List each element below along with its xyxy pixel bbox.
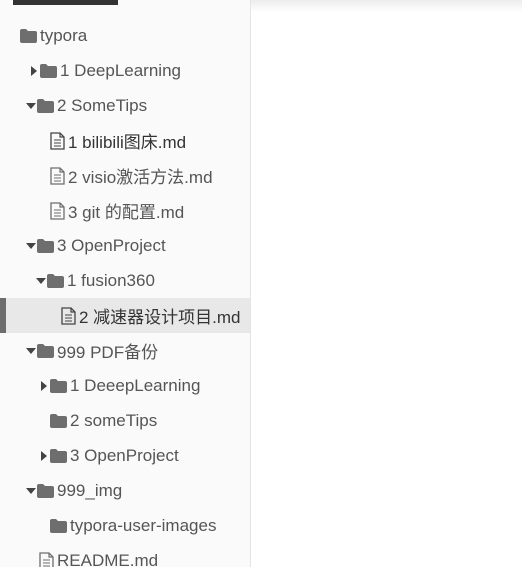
tree-item-label: 1 bilibili图床.md xyxy=(68,133,187,152)
file-icon xyxy=(50,131,65,150)
folder-icon xyxy=(47,273,64,288)
tree-item-999-img[interactable]: 999_img xyxy=(0,473,250,508)
tree-item-label: 2 减速器设计项目.md xyxy=(79,308,241,327)
tree-item-file-active[interactable]: 2 减速器设计项目.md xyxy=(0,298,250,333)
tree-item-readme[interactable]: README.md xyxy=(0,543,250,567)
folder-icon xyxy=(37,238,54,253)
tree-item-label: 2 SomeTips xyxy=(57,95,148,115)
tree-item-label: typora-user-images xyxy=(70,515,217,535)
chevron-down-icon[interactable] xyxy=(25,487,37,494)
file-tree-sidebar: typora 1 DeepLearning 2 SomeTips 1 bilib… xyxy=(0,0,251,567)
file-icon xyxy=(50,166,65,185)
chevron-right-icon[interactable] xyxy=(38,380,50,391)
tree-item-typora-user-images[interactable]: typora-user-images xyxy=(0,508,250,543)
tree-item-label: 1 DeeepLearning xyxy=(70,375,201,395)
chevron-down-icon[interactable] xyxy=(25,102,37,109)
folder-icon xyxy=(37,483,54,498)
tree-item-label: 999 PDF备份 xyxy=(57,343,159,362)
tree-item-label: 999_img xyxy=(57,480,123,500)
chevron-down-icon[interactable] xyxy=(25,347,37,354)
tree-item-label: 3 git 的配置.md xyxy=(68,203,185,222)
tree-item-pdf-backup[interactable]: 999 PDF备份 xyxy=(0,333,250,368)
file-icon xyxy=(39,551,54,567)
chevron-down-icon[interactable] xyxy=(35,277,47,284)
file-icon xyxy=(50,201,65,220)
sidebar-tab-indicator[interactable] xyxy=(13,0,118,5)
tree-item-deeplearning[interactable]: 1 DeepLearning xyxy=(0,53,250,88)
tree-item-label: typora xyxy=(40,25,88,45)
tree-item-deeeplearning[interactable]: 1 DeeepLearning xyxy=(0,368,250,403)
folder-icon xyxy=(50,413,67,428)
folder-icon xyxy=(37,98,54,113)
chevron-down-icon[interactable] xyxy=(25,242,37,249)
tree-item-label: 2 visio激活方法.md xyxy=(68,168,213,187)
tree-item-openproject-pdf[interactable]: 3 OpenProject xyxy=(0,438,250,473)
tree-item-label: 3 OpenProject xyxy=(57,235,166,255)
folder-icon xyxy=(50,448,67,463)
tree-item-label: README.md xyxy=(57,550,159,567)
tree-item-typora[interactable]: typora xyxy=(0,18,250,53)
tree-item-sometips-pdf[interactable]: 2 someTips xyxy=(0,403,250,438)
tree-item-fusion360[interactable]: 1 fusion360 xyxy=(0,263,250,298)
tree-item-sometips[interactable]: 2 SomeTips xyxy=(0,88,250,123)
tree-item-file[interactable]: 2 visio激活方法.md xyxy=(0,158,250,193)
file-icon xyxy=(61,306,76,325)
tree-item-file[interactable]: 3 git 的配置.md xyxy=(0,193,250,228)
editor-area[interactable] xyxy=(251,0,522,567)
folder-icon xyxy=(37,343,54,358)
folder-icon xyxy=(40,63,57,78)
tree-item-openproject[interactable]: 3 OpenProject xyxy=(0,228,250,263)
tree-item-label: 2 someTips xyxy=(70,410,158,430)
editor-top-shadow xyxy=(251,0,522,12)
tree-item-file[interactable]: 1 bilibili图床.md xyxy=(0,123,250,158)
tree-item-label: 1 DeepLearning xyxy=(60,60,181,80)
tree-item-label: 3 OpenProject xyxy=(70,445,179,465)
chevron-right-icon[interactable] xyxy=(28,65,40,76)
folder-icon xyxy=(50,378,67,393)
chevron-right-icon[interactable] xyxy=(38,450,50,461)
file-tree: typora 1 DeepLearning 2 SomeTips 1 bilib… xyxy=(0,18,250,567)
folder-icon xyxy=(20,28,37,43)
folder-icon xyxy=(50,518,67,533)
tree-item-label: 1 fusion360 xyxy=(67,270,155,290)
